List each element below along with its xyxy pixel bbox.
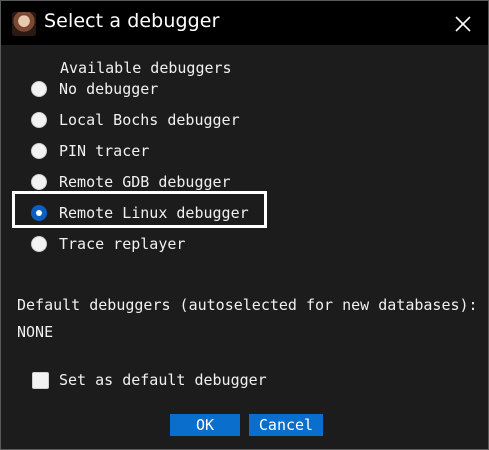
default-debuggers-label: Default debuggers (autoselected for new … bbox=[17, 296, 478, 314]
default-debuggers-value: NONE bbox=[17, 323, 54, 341]
radio-button[interactable] bbox=[31, 236, 47, 252]
radio-local-bochs-debugger[interactable]: Local Bochs debugger bbox=[31, 109, 240, 131]
radio-button[interactable] bbox=[31, 143, 47, 159]
radio-pin-tracer[interactable]: PIN tracer bbox=[31, 140, 149, 162]
radio-button-selected[interactable] bbox=[31, 205, 47, 221]
radio-label: Remote GDB debugger bbox=[59, 173, 231, 191]
dialog-body: Available debuggers No debugger Local Bo… bbox=[1, 45, 488, 449]
dialog-title: Select a debugger bbox=[44, 10, 220, 32]
cancel-button[interactable]: Cancel bbox=[249, 414, 323, 436]
radio-remote-gdb-debugger[interactable]: Remote GDB debugger bbox=[31, 171, 231, 193]
radio-label: PIN tracer bbox=[59, 142, 150, 160]
select-debugger-dialog: Select a debugger Available debuggers No… bbox=[0, 0, 489, 450]
radio-label: Local Bochs debugger bbox=[59, 111, 240, 129]
radio-no-debugger[interactable]: No debugger bbox=[31, 78, 158, 100]
set-default-checkbox-row[interactable]: Set as default debugger bbox=[32, 369, 267, 391]
radio-button[interactable] bbox=[31, 112, 47, 128]
radio-remote-linux-debugger[interactable]: Remote Linux debugger bbox=[31, 202, 249, 224]
radio-label: Remote Linux debugger bbox=[59, 204, 249, 222]
available-debuggers-label: Available debuggers bbox=[60, 59, 232, 77]
ok-button[interactable]: OK bbox=[170, 414, 240, 436]
radio-label: No debugger bbox=[59, 80, 159, 98]
radio-button[interactable] bbox=[31, 174, 47, 190]
title-bar: Select a debugger bbox=[1, 1, 488, 45]
radio-button[interactable] bbox=[31, 81, 47, 97]
radio-trace-replayer[interactable]: Trace replayer bbox=[31, 233, 185, 255]
close-button[interactable] bbox=[448, 10, 478, 38]
radio-label: Trace replayer bbox=[59, 235, 186, 253]
set-default-label: Set as default debugger bbox=[59, 371, 267, 389]
avatar-icon bbox=[12, 12, 36, 36]
close-icon bbox=[455, 16, 471, 32]
set-default-checkbox[interactable] bbox=[32, 371, 49, 389]
